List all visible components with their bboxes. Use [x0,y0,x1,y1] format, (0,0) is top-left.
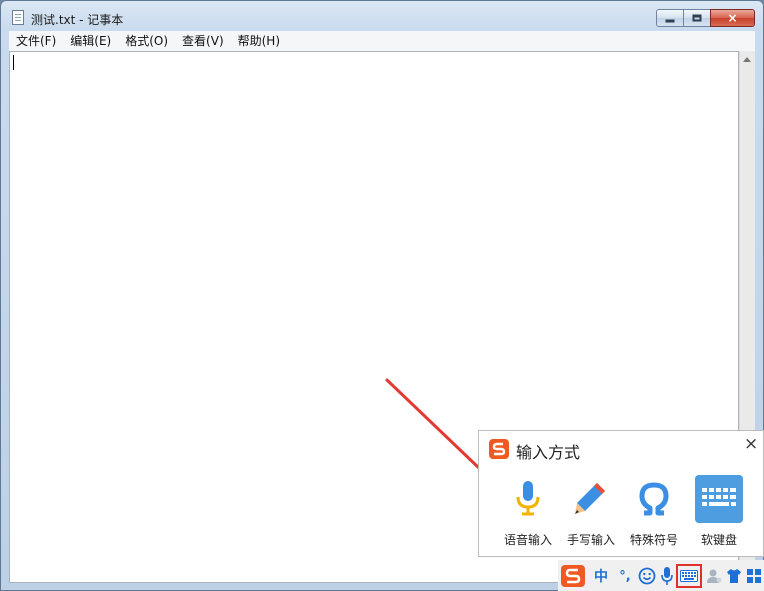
voice-input-button[interactable]: 语音输入 [496,475,560,548]
menu-file[interactable]: 文件(F) [9,31,63,51]
status-keyboard-button[interactable] [676,564,702,588]
ime-status-bar: 中 °, [558,560,764,591]
maximize-icon [692,14,702,22]
user-button[interactable] [704,565,724,587]
menu-edit[interactable]: 编辑(E) [63,31,118,51]
chinese-mode-toggle[interactable]: 中 [590,565,612,587]
text-caret [13,55,14,70]
title-bar[interactable]: 测试.txt - 记事本 × [1,1,763,31]
smiley-icon [638,567,656,585]
window-title: 测试.txt - 记事本 [31,13,124,27]
punctuation-toggle[interactable]: °, [614,565,636,587]
popup-close-button[interactable]: × [744,435,758,453]
minimize-icon [665,19,675,23]
skin-button[interactable] [724,565,744,587]
window-controls: × [656,9,755,29]
soft-keyboard-label: 软键盘 [700,533,737,547]
keyboard-icon [680,570,698,582]
omega-icon [639,482,669,516]
user-icon [707,569,722,583]
notepad-app-icon [12,10,24,25]
shirt-icon [727,569,741,583]
pen-icon [575,483,605,514]
menu-bar: 文件(F) 编辑(E) 格式(O) 查看(V) 帮助(H) [9,31,755,51]
menu-help[interactable]: 帮助(H) [231,31,287,51]
emoji-button[interactable] [636,565,658,587]
handwriting-input-button[interactable]: 手写输入 [559,475,623,548]
soft-keyboard-button[interactable]: 软键盘 [687,475,751,548]
sogou-logo-icon [561,565,585,587]
sogou-status-logo[interactable] [560,565,586,587]
minimize-button[interactable] [656,9,684,27]
sogou-logo-icon [489,439,509,459]
microphone-icon [516,481,540,516]
special-symbols-button[interactable]: 特殊符号 [622,475,686,548]
menu-format[interactable]: 格式(O) [118,31,175,51]
grid-icon [747,569,761,583]
close-icon: × [727,11,738,25]
status-voice-button[interactable] [658,565,676,587]
microphone-icon [661,567,673,585]
menu-view[interactable]: 查看(V) [175,31,231,51]
close-button[interactable]: × [710,9,755,27]
popup-title: 输入方式 [516,443,581,462]
handwriting-input-label: 手写输入 [566,533,615,547]
toolbox-button[interactable] [744,565,764,587]
keyboard-icon [695,475,743,523]
voice-input-label: 语音输入 [503,533,552,547]
ime-popup: 输入方式 × 语音输入 手写输入 特殊符号 软键盘 [478,430,764,557]
maximize-button[interactable] [683,9,711,27]
scroll-up-arrow-icon[interactable] [743,57,751,62]
special-symbols-label: 特殊符号 [629,533,678,547]
